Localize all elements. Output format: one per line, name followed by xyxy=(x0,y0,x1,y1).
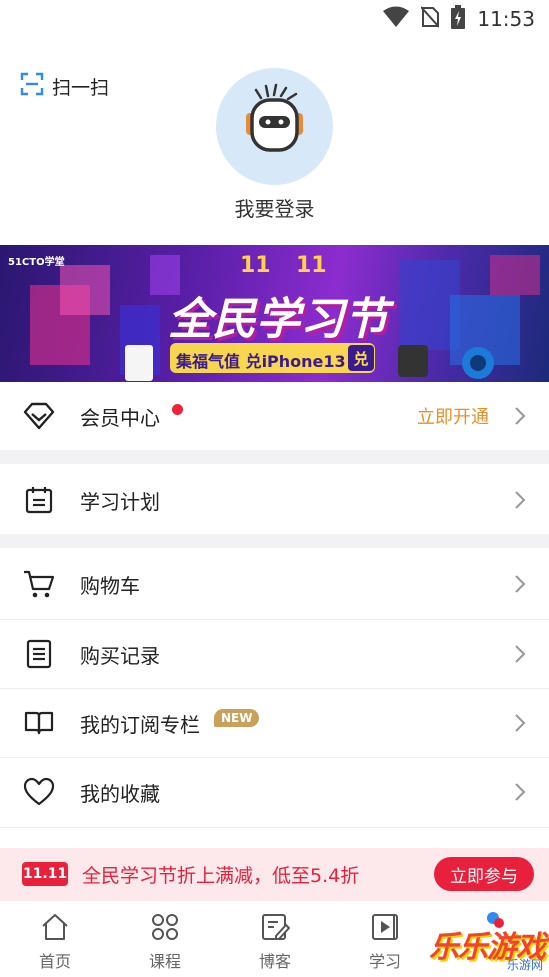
tab-label: 博客 xyxy=(258,952,291,971)
tab-courses[interactable]: 课程 xyxy=(125,912,205,972)
tab-learn[interactable]: 学习 xyxy=(345,912,425,972)
menu-item-orders[interactable]: 购买记录 xyxy=(0,620,549,688)
login-link[interactable]: 我要登录 xyxy=(0,193,549,222)
menu-item-favorites[interactable]: 我的收藏 xyxy=(0,758,549,826)
scan-icon xyxy=(20,72,44,100)
banner-date-right: 11 xyxy=(296,253,327,278)
book-icon xyxy=(22,706,56,740)
menu-label: 我的收藏 xyxy=(80,781,160,806)
banner-date-left: 11 xyxy=(240,253,271,278)
banner-headline: 全民学习节 xyxy=(168,294,388,345)
vip-open-link[interactable]: 立即开通 xyxy=(417,403,489,429)
menu-label: 会员中心 xyxy=(80,405,160,430)
chevron-right-icon xyxy=(515,783,526,801)
tab-label: 首页 xyxy=(38,952,71,971)
banner-subline: 集福气值 兑iPhone13 xyxy=(176,352,346,371)
edit-icon xyxy=(235,912,315,942)
menu-item-study-plan[interactable]: 学习计划 xyxy=(0,466,549,534)
notification-dot xyxy=(172,404,183,415)
battery-charging-icon xyxy=(451,5,466,33)
status-icons: 11:53 xyxy=(383,5,535,33)
tab-label: 课程 xyxy=(148,952,181,971)
tab-home[interactable]: 首页 xyxy=(15,912,95,972)
grid-icon xyxy=(125,912,205,942)
promo-banner[interactable]: 51CTO学堂 11 11 全民学习节 集福气值 兑iPhone13 兑 xyxy=(0,245,549,382)
no-sim-icon xyxy=(420,6,441,32)
menu-label: 购买记录 xyxy=(80,643,160,668)
tab-label: 学习 xyxy=(368,952,401,971)
promo-tag: 11.11 xyxy=(22,862,68,886)
chevron-right-icon xyxy=(515,714,526,732)
wifi-icon xyxy=(383,6,410,32)
chevron-right-icon xyxy=(515,645,526,663)
menu-item-vip[interactable]: 会员中心 立即开通 xyxy=(0,382,549,450)
promo-bar[interactable]: 11.11 全民学习节折上满减，低至5.4折 立即参与 xyxy=(0,848,549,900)
status-time: 11:53 xyxy=(477,7,535,31)
divider xyxy=(0,827,549,828)
scan-label: 扫一扫 xyxy=(52,76,110,99)
menu-label: 购物车 xyxy=(80,573,140,598)
diamond-icon xyxy=(22,399,56,433)
chevron-right-icon xyxy=(515,575,526,593)
play-icon xyxy=(345,912,425,942)
new-badge: NEW xyxy=(214,709,260,727)
chevron-right-icon xyxy=(515,407,526,425)
status-bar: 11:53 xyxy=(0,0,549,38)
menu-item-subscriptions[interactable]: 我的订阅专栏 NEW xyxy=(0,689,549,757)
menu-item-cart[interactable]: 购物车 xyxy=(0,550,549,618)
tab-blog[interactable]: 博客 xyxy=(235,912,315,972)
section-gap xyxy=(0,534,549,548)
banner-badge: 兑 xyxy=(348,345,374,371)
menu-label: 学习计划 xyxy=(80,489,160,514)
receipt-icon xyxy=(22,637,56,671)
home-icon xyxy=(15,912,95,942)
calendar-icon xyxy=(22,483,56,517)
chevron-right-icon xyxy=(515,491,526,509)
watermark-sub: 乐游网 xyxy=(506,958,543,972)
section-gap xyxy=(0,450,549,464)
join-now-button[interactable]: 立即参与 xyxy=(434,857,534,891)
banner-brand: 51CTO学堂 xyxy=(8,257,65,268)
heart-icon xyxy=(22,775,56,809)
cart-icon xyxy=(22,567,56,601)
avatar[interactable] xyxy=(216,68,333,185)
robot-avatar-icon xyxy=(246,83,303,152)
menu-label: 我的订阅专栏 xyxy=(80,712,200,737)
promo-text: 全民学习节折上满减，低至5.4折 xyxy=(82,865,360,887)
scan-button[interactable]: 扫一扫 xyxy=(20,72,109,100)
